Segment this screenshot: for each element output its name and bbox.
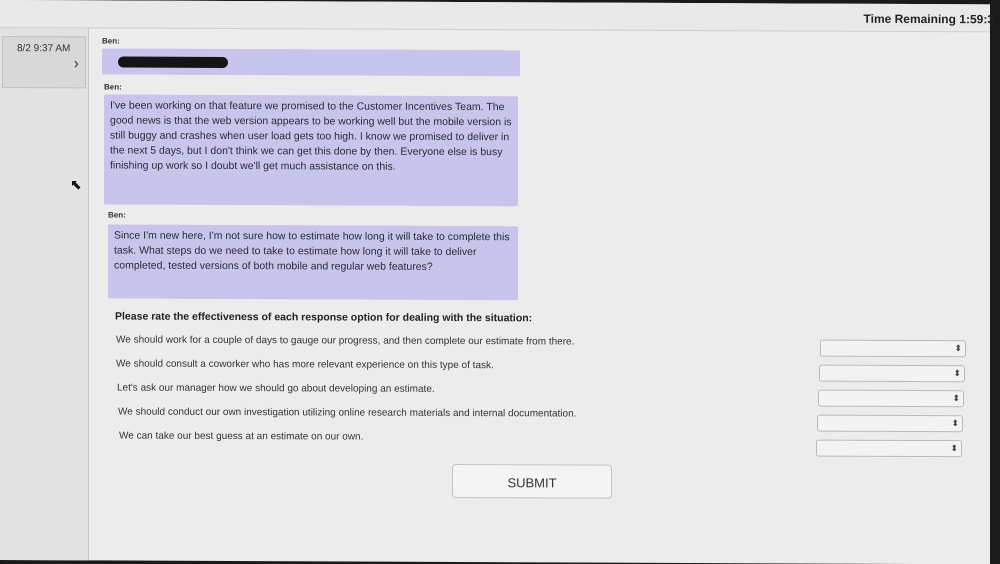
submit-button[interactable]: SUBMIT (452, 463, 612, 499)
conversation-item[interactable]: 8/2 9:37 AM › (2, 36, 86, 89)
select-arrows-icon: ⬍ (954, 343, 962, 354)
response-option-4: We should conduct our own investigation … (118, 406, 577, 420)
chat-panel: Ben: Ben: I've been working on that feat… (88, 28, 990, 564)
rating-prompt: Please rate the effectiveness of each re… (115, 310, 533, 325)
assessment-screen: Time Remaining 1:59:3 8/2 9:37 AM › Ben:… (0, 0, 994, 564)
conversation-sidebar: 8/2 9:37 AM › (0, 28, 89, 561)
rating-select-2[interactable]: ⬍ (819, 364, 965, 383)
select-arrows-icon: ⬍ (950, 443, 958, 454)
message-sender: Ben: (108, 210, 126, 220)
rating-select-1[interactable]: ⬍ (820, 339, 966, 358)
chevron-right-icon: › (73, 55, 79, 73)
select-arrows-icon: ⬍ (951, 418, 959, 429)
response-option-3: Let's ask our manager how we should go a… (117, 382, 435, 395)
mouse-cursor-icon: ⬉ (70, 176, 82, 193)
top-bar: Time Remaining 1:59:3 (0, 0, 994, 33)
response-option-2: We should consult a coworker who has mor… (116, 358, 494, 372)
redaction-mark (118, 56, 228, 68)
rating-select-5[interactable]: ⬍ (816, 439, 962, 458)
time-remaining: Time Remaining 1:59:3 (863, 11, 995, 27)
message-bubble: I've been working on that feature we pro… (104, 94, 518, 207)
rating-select-4[interactable]: ⬍ (817, 414, 963, 433)
select-arrows-icon: ⬍ (952, 393, 960, 404)
message-bubble: Since I'm new here, I'm not sure how to … (108, 224, 518, 301)
response-option-5: We can take our best guess at an estimat… (119, 430, 364, 443)
message-bubble-redacted (102, 48, 520, 77)
conversation-timestamp: 8/2 9:37 AM (17, 43, 71, 55)
message-sender: Ben: (102, 36, 120, 46)
message-sender: Ben: (104, 82, 122, 92)
response-option-1: We should work for a couple of days to g… (116, 334, 575, 348)
select-arrows-icon: ⬍ (953, 368, 961, 379)
rating-select-3[interactable]: ⬍ (818, 389, 964, 408)
